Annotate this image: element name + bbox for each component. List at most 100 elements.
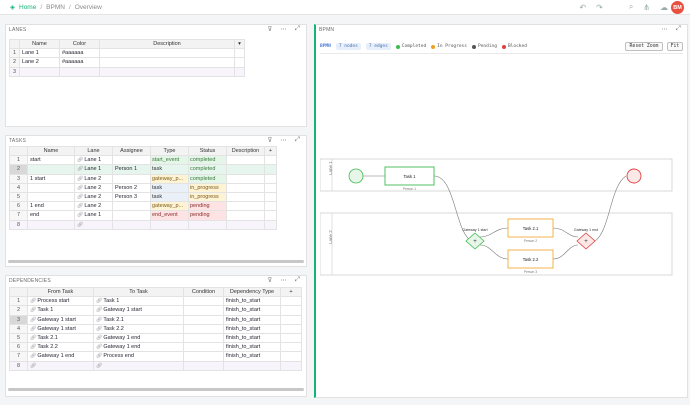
lane-color-cell[interactable]	[59, 66, 100, 77]
dependency-type-cell[interactable]: finish_to_start	[223, 351, 281, 362]
task-description-cell[interactable]	[226, 191, 265, 203]
condition-cell[interactable]	[183, 360, 224, 371]
table-row[interactable]: 1 start 🔗︎Lane 1 start_event completed	[9, 155, 302, 166]
breadcrumb-home[interactable]: Home	[19, 4, 36, 11]
more-icon[interactable]: ⋯	[280, 276, 287, 284]
task-type-cell[interactable]: start_event	[150, 155, 189, 166]
column-header[interactable]: Name	[27, 145, 75, 157]
dependency-type-cell[interactable]: finish_to_start	[223, 305, 281, 316]
from-task-cell[interactable]: 🔗︎Process start	[27, 296, 94, 307]
condition-cell[interactable]	[183, 296, 224, 307]
column-header[interactable]: Name	[19, 38, 60, 50]
from-task-cell[interactable]: 🔗︎Gateway 1 start	[27, 323, 94, 334]
task-name-cell[interactable]: 1 start	[27, 173, 75, 184]
column-header[interactable]: To Task	[93, 286, 184, 298]
task-description-cell[interactable]	[226, 201, 265, 212]
dependency-type-cell[interactable]	[223, 360, 281, 371]
add-column-icon[interactable]: +	[280, 286, 302, 298]
task-lane-cell[interactable]: 🔗︎Lane 1	[74, 210, 113, 221]
table-row[interactable]: 2 🔗︎Task 1 🔗︎Gateway 1 start finish_to_s…	[9, 305, 302, 316]
task-lane-cell[interactable]: 🔗︎Lane 2	[74, 182, 113, 193]
horizontal-scrollbar[interactable]	[8, 260, 304, 263]
task-type-cell[interactable]: end_event	[150, 210, 189, 221]
cloud-icon[interactable]: ☁	[660, 3, 668, 12]
task-assignee-cell[interactable]	[112, 173, 151, 184]
task-type-cell[interactable]: task	[150, 191, 189, 203]
to-task-cell[interactable]: 🔗︎Gateway 1 end	[93, 342, 184, 353]
task-name-cell[interactable]: start	[27, 155, 75, 166]
reset-zoom-button[interactable]: Reset Zoom	[625, 42, 663, 51]
more-icon[interactable]: ⋯	[280, 136, 287, 144]
lane-name-cell[interactable]: Lane 1	[19, 48, 60, 59]
column-header[interactable]: Description	[226, 145, 265, 157]
column-header[interactable]: Condition	[183, 286, 224, 298]
lane-description-cell[interactable]	[99, 57, 235, 68]
column-header[interactable]: Dependency Type	[223, 286, 281, 298]
avatar[interactable]: BM	[671, 1, 684, 14]
to-task-cell[interactable]: 🔗︎Task 1	[93, 296, 184, 307]
task-status-cell[interactable]: pending	[188, 201, 227, 212]
task-status-cell[interactable]: pending	[188, 210, 227, 221]
filter-icon[interactable]: ⊽	[268, 25, 273, 33]
table-row[interactable]: 5 🔗︎Lane 2 Person 3 task in_progress	[9, 191, 302, 203]
task-description-cell[interactable]	[226, 173, 265, 184]
table-row[interactable]: 2 Lane 2 #aaaaaa	[9, 57, 245, 68]
condition-cell[interactable]	[183, 314, 224, 325]
table-row[interactable]: 1 Lane 1 #aaaaaa	[9, 48, 245, 59]
expand-icon[interactable]: ⤢	[295, 136, 300, 144]
fit-button[interactable]: Fit	[667, 42, 683, 51]
table-row[interactable]: 1 🔗︎Process start 🔗︎Task 1 finish_to_sta…	[9, 296, 302, 307]
dependency-type-cell[interactable]: finish_to_start	[223, 314, 281, 325]
task-type-cell[interactable]	[150, 219, 189, 230]
task-type-cell[interactable]: task	[150, 164, 189, 175]
task-assignee-cell[interactable]: Person 2	[112, 182, 151, 193]
task-assignee-cell[interactable]	[112, 201, 151, 212]
to-task-cell[interactable]: 🔗︎Task 2.1	[93, 314, 184, 325]
from-task-cell[interactable]: 🔗︎Task 2.2	[27, 342, 94, 353]
condition-cell[interactable]	[183, 323, 224, 334]
table-row[interactable]: 2 🔗︎Lane 1 Person 1 task completed	[9, 164, 302, 175]
breadcrumb-doc[interactable]: BPMN	[46, 4, 65, 11]
lane-name-cell[interactable]: Lane 2	[19, 57, 60, 68]
new-row[interactable]: 3	[9, 66, 245, 77]
to-task-cell[interactable]: 🔗︎Gateway 1 end	[93, 332, 184, 344]
column-header[interactable]: Type	[150, 145, 189, 157]
share-icon[interactable]: ⋔	[643, 3, 650, 12]
task-name-cell[interactable]	[27, 191, 75, 203]
task-description-cell[interactable]	[226, 182, 265, 193]
task-status-cell[interactable]: completed	[188, 164, 227, 175]
task-lane-cell[interactable]: 🔗︎Lane 2	[74, 173, 113, 184]
column-header[interactable]: Status	[188, 145, 227, 157]
condition-cell[interactable]	[183, 342, 224, 353]
task-assignee-cell[interactable]	[112, 219, 151, 230]
dependency-type-cell[interactable]: finish_to_start	[223, 323, 281, 334]
task-name-cell[interactable]	[27, 164, 75, 175]
table-row[interactable]: 7 end 🔗︎Lane 1 end_event pending	[9, 210, 302, 221]
bpmn-diagram[interactable]: Lane 1 Lane 2 Task 1 Person 1 + Gateway …	[319, 56, 684, 391]
expand-icon[interactable]: ⤢	[295, 25, 300, 33]
table-row[interactable]: 4 🔗︎Lane 2 Person 2 task in_progress	[9, 182, 302, 193]
task-status-cell[interactable]: completed	[188, 155, 227, 166]
new-row[interactable]: 8 🔗︎ 🔗︎	[9, 360, 302, 371]
task-type-cell[interactable]: task	[150, 182, 189, 193]
expand-icon[interactable]: ⤢	[676, 25, 681, 33]
task-assignee-cell[interactable]: Person 3	[112, 191, 151, 203]
table-row[interactable]: 3 🔗︎Gateway 1 start 🔗︎Task 2.1 finish_to…	[9, 314, 302, 325]
task-description-cell[interactable]	[226, 210, 265, 221]
to-task-cell[interactable]: 🔗︎	[93, 360, 184, 371]
lane-name-cell[interactable]	[19, 66, 60, 77]
column-header[interactable]: Description	[99, 38, 235, 50]
undo-icon[interactable]: ↶	[579, 3, 586, 12]
expand-icon[interactable]: ⤢	[295, 276, 300, 284]
lane-color-cell[interactable]: #aaaaaa	[59, 57, 100, 68]
task-description-cell[interactable]	[226, 155, 265, 166]
from-task-cell[interactable]: 🔗︎Task 2.1	[27, 332, 94, 344]
task-assignee-cell[interactable]: Person 1	[112, 164, 151, 175]
bpmn-canvas[interactable]: Lane 1 Lane 2 Task 1 Person 1 + Gateway …	[319, 56, 684, 393]
add-column-icon[interactable]: +	[264, 145, 277, 157]
table-row[interactable]: 6 1 end 🔗︎Lane 2 gateway_p... pending	[9, 201, 302, 212]
table-row[interactable]: 7 🔗︎Gateway 1 end 🔗︎Process end finish_t…	[9, 351, 302, 362]
column-header[interactable]: Lane	[74, 145, 113, 157]
lane-description-cell[interactable]	[99, 48, 235, 59]
from-task-cell[interactable]: 🔗︎Gateway 1 end	[27, 351, 94, 362]
